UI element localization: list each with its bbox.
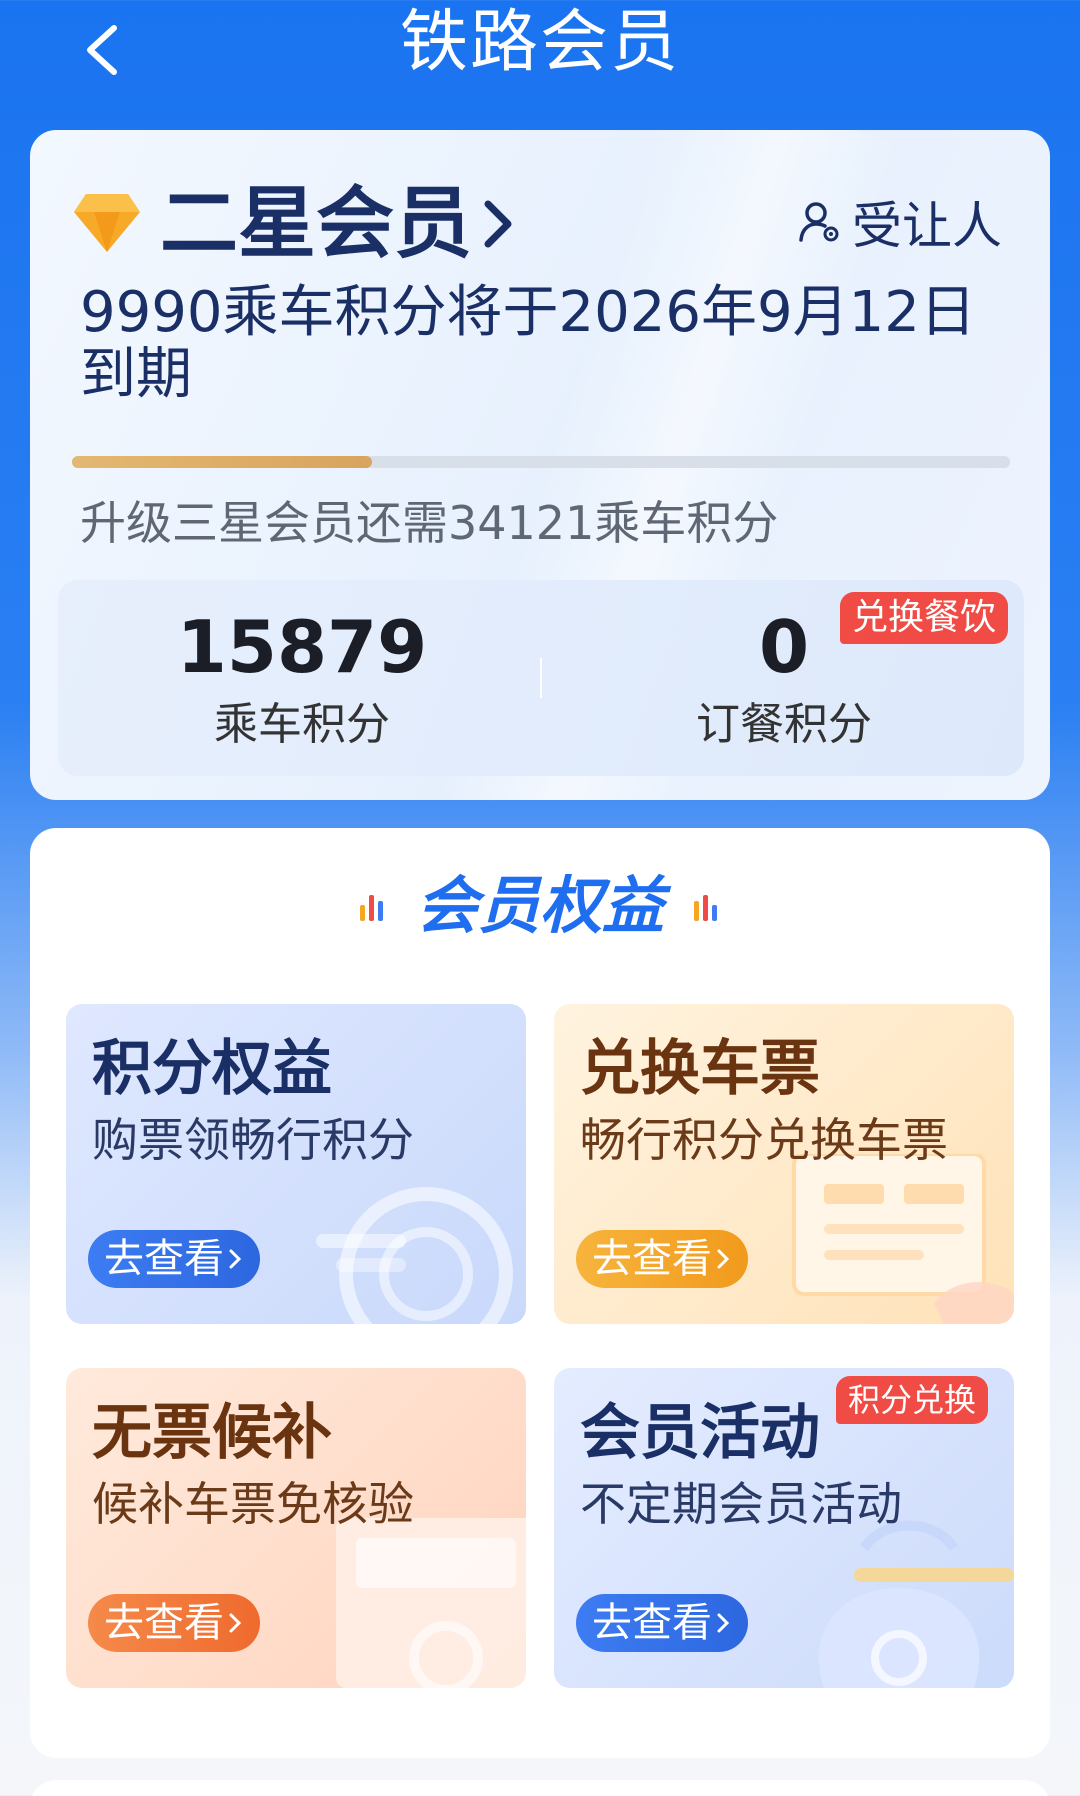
tile-title: 兑换车票 — [580, 1034, 820, 1104]
transferee-label: 受让人 — [852, 197, 1002, 255]
view-button[interactable]: 去查看 — [88, 1230, 260, 1288]
level-progress-fill — [72, 456, 373, 468]
app-header: 铁路会员 — [0, 0, 1080, 120]
points-summary: 15879 乘车积分 0 订餐积分 兑换餐饮 — [58, 580, 1024, 776]
benefits-panel: 会员权益 积分权益 购票领畅行积分 去查看 兑换车票 畅行积分兑换车票 去查看 … — [30, 828, 1050, 1758]
tile-subtitle: 购票领畅行积分 — [92, 1113, 414, 1167]
upgrade-requirement-text: 升级三星会员还需34121乘车积分 — [80, 496, 779, 550]
tile-title: 无票候补 — [92, 1398, 332, 1468]
gift-bag-icon — [818, 1520, 1014, 1688]
tile-subtitle: 不定期会员活动 — [580, 1477, 902, 1531]
tile-subtitle: 畅行积分兑换车票 — [580, 1113, 948, 1167]
tile-subtitle: 候补车票免核验 — [92, 1477, 414, 1531]
points-expiry-text: 9990乘车积分将于2026年9月12日到期 — [80, 280, 976, 407]
chevron-right-icon — [229, 1249, 242, 1269]
transferee-link[interactable]: 受让人 — [798, 186, 1002, 258]
benefits-heading: 会员权益 — [30, 866, 1050, 946]
railway-logo-icon — [316, 1187, 513, 1324]
member-card[interactable]: 二星会员 受让人 9990乘车积分将于2026年9月12日到期 升级三星会员还需… — [30, 130, 1050, 800]
tile-points-benefits[interactable]: 积分权益 购票领畅行积分 去查看 — [66, 1004, 526, 1324]
meal-points-label: 订餐积分 — [696, 699, 872, 750]
view-button-label: 去查看 — [104, 1600, 224, 1646]
level-progress-bar — [72, 456, 1010, 468]
view-button-label: 去查看 — [592, 1236, 712, 1282]
points-divider — [540, 658, 542, 698]
tile-title: 积分权益 — [92, 1034, 332, 1104]
view-button-label: 去查看 — [104, 1236, 224, 1282]
next-section-edge — [30, 1780, 1050, 1796]
ticket-card-icon — [336, 1518, 526, 1688]
ride-points-label: 乘车积分 — [214, 699, 390, 750]
benefits-title: 会员权益 — [415, 869, 664, 942]
chevron-right-icon[interactable] — [478, 194, 518, 254]
view-button[interactable]: 去查看 — [576, 1230, 748, 1288]
tile-member-activities[interactable]: 积分兑换 会员活动 不定期会员活动 去查看 — [554, 1368, 1014, 1688]
diamond-icon — [74, 194, 140, 252]
ticket-icon — [792, 1154, 1014, 1324]
tile-exchange-tickets[interactable]: 兑换车票 畅行积分兑换车票 去查看 — [554, 1004, 1014, 1324]
tile-waitlist[interactable]: 无票候补 候补车票免核验 去查看 — [66, 1368, 526, 1688]
bars-decoration-icon — [692, 891, 722, 921]
page-title: 铁路会员 — [399, 3, 680, 82]
bars-decoration-icon — [358, 891, 388, 921]
ride-points[interactable]: 15879 乘车积分 — [82, 602, 522, 758]
member-level[interactable]: 二星会员 — [160, 174, 472, 274]
ride-points-value: 15879 — [176, 605, 428, 689]
redeem-meal-badge[interactable]: 兑换餐饮 — [840, 592, 1009, 644]
tile-title: 会员活动 — [580, 1398, 820, 1468]
chevron-right-icon — [717, 1249, 730, 1269]
view-button-label: 去查看 — [592, 1600, 712, 1646]
points-exchange-badge: 积分兑换 — [835, 1376, 988, 1424]
view-button[interactable]: 去查看 — [576, 1594, 748, 1652]
chevron-right-icon — [229, 1613, 242, 1633]
user-settings-icon — [799, 202, 839, 242]
chevron-right-icon — [717, 1613, 730, 1633]
view-button[interactable]: 去查看 — [88, 1594, 260, 1652]
